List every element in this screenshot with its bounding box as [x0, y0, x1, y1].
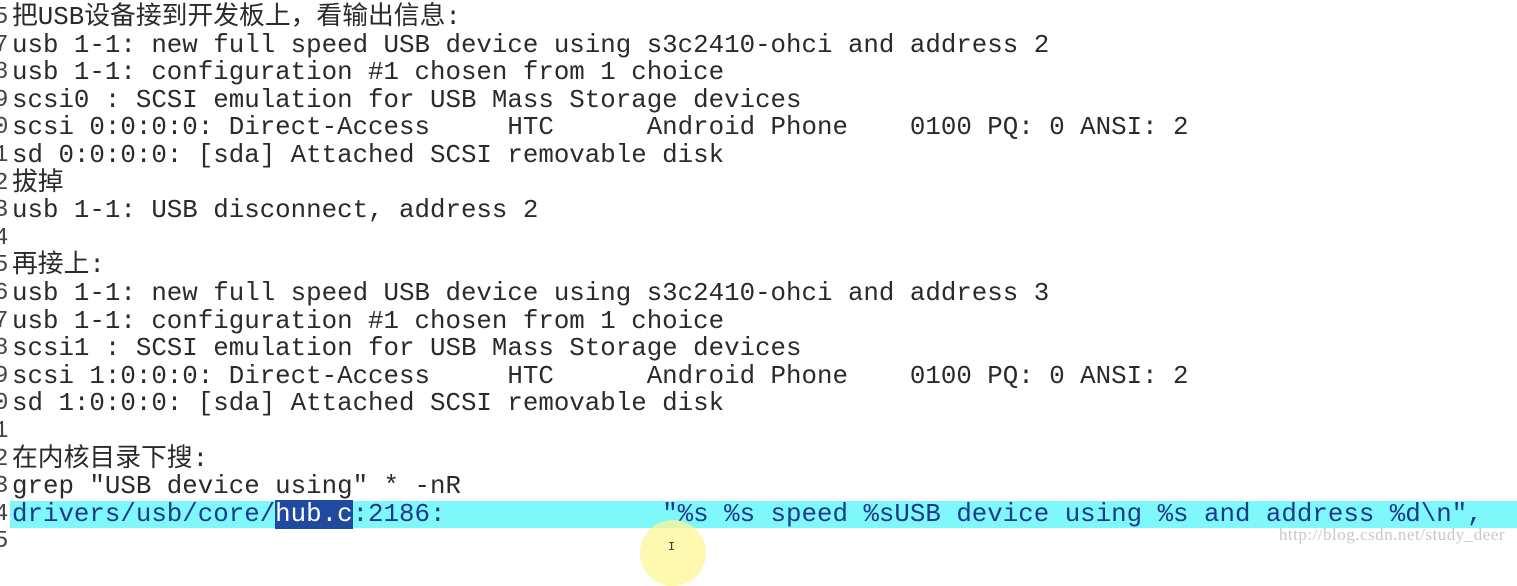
- editor-line: 5 把USB设备接到开发板上，看输出信息:: [0, 4, 1517, 32]
- editor-line: 2 在内核目录下搜:: [0, 445, 1517, 474]
- editor-line: 1 sd 0:0:0:0: [sda] Attached SCSI removab…: [0, 142, 1517, 170]
- line-text[interactable]: scsi 1:0:0:0: Direct-Access HTC Android …: [12, 363, 1189, 391]
- line-number: 5: [0, 528, 8, 556]
- watermark: http://blog.csdn.net/study_deer: [1278, 525, 1505, 544]
- line-number: 7: [0, 31, 8, 59]
- line-text[interactable]: 把USB设备接到开发板上，看输出信息:: [12, 4, 461, 32]
- line-text[interactable]: grep "USB device using" * -nR: [12, 473, 461, 501]
- editor-line: 9 scsi0 : SCSI emulation for USB Mass Sto…: [0, 87, 1517, 115]
- editor-line: 8 usb 1-1: configuration #1 chosen from 1…: [0, 59, 1517, 87]
- editor-line: 0 sd 1:0:0:0: [sda] Attached SCSI removab…: [0, 390, 1517, 418]
- line-number: 0: [0, 390, 8, 418]
- editor-line: 5 再接上:: [0, 252, 1517, 280]
- line-number: 9: [0, 86, 8, 114]
- editor-line: 7 usb 1-1: configuration #1 chosen from 1…: [0, 307, 1517, 336]
- line-text[interactable]: 在内核目录下搜:: [12, 445, 208, 474]
- editor-line: 7 usb 1-1: new full speed USB device usin…: [0, 31, 1517, 60]
- editor-line: 3 usb 1-1: USB disconnect, address 2: [0, 197, 1517, 225]
- line-text[interactable]: usb 1-1: new full speed USB device using…: [12, 31, 1049, 60]
- line-number: 8: [0, 335, 8, 363]
- line-text[interactable]: drivers/usb/core/hub.c:2186: "%s %s spee…: [12, 499, 1483, 529]
- line-number: 2: [0, 169, 8, 197]
- line-number: 3: [0, 197, 8, 225]
- line-text[interactable]: scsi1 : SCSI emulation for USB Mass Stor…: [12, 335, 802, 363]
- editor-line: 9 scsi 1:0:0:0: Direct-Access HTC Android…: [0, 363, 1517, 391]
- editor-line: 3 grep "USB device using" * -nR: [0, 473, 1517, 501]
- line-text[interactable]: sd 1:0:0:0: [sda] Attached SCSI removabl…: [12, 390, 724, 418]
- text-cursor-icon: I: [668, 540, 676, 554]
- line-text[interactable]: usb 1-1: USB disconnect, address 2: [12, 197, 538, 225]
- line-number: 6: [0, 279, 8, 307]
- editor-line: 1: [0, 418, 1517, 446]
- line-number: 2: [0, 445, 8, 473]
- line-number: 9: [0, 362, 8, 390]
- line-number: 5: [0, 4, 8, 31]
- line-text[interactable]: 拔掉: [12, 169, 64, 198]
- line-number: 1: [0, 141, 8, 169]
- text-before-selection: drivers/usb/core/: [12, 499, 276, 529]
- text-editor[interactable]: 5 把USB设备接到开发板上，看输出信息: 7 usb 1-1: new full s…: [0, 4, 1517, 556]
- line-number: 8: [0, 59, 8, 87]
- line-text[interactable]: usb 1-1: new full speed USB device using…: [12, 280, 1049, 308]
- line-number: 4: [0, 500, 8, 528]
- line-number: 4: [0, 224, 8, 252]
- line-number: 0: [0, 114, 8, 142]
- line-text[interactable]: usb 1-1: configuration #1 chosen from 1 …: [12, 307, 724, 336]
- line-text[interactable]: scsi0 : SCSI emulation for USB Mass Stor…: [12, 87, 802, 115]
- line-text[interactable]: usb 1-1: configuration #1 chosen from 1 …: [12, 59, 724, 87]
- editor-line: 2 拔掉: [0, 169, 1517, 198]
- line-text[interactable]: 再接上:: [12, 252, 105, 280]
- line-number: 3: [0, 473, 8, 501]
- editor-line: 0 scsi 0:0:0:0: Direct-Access HTC Android…: [0, 114, 1517, 142]
- line-number: 5: [0, 252, 8, 280]
- text-selection[interactable]: hub.c: [275, 499, 353, 529]
- line-number: 1: [0, 417, 8, 445]
- line-number: 7: [0, 307, 8, 335]
- editor-line: 8 scsi1 : SCSI emulation for USB Mass Sto…: [0, 335, 1517, 363]
- line-text[interactable]: sd 0:0:0:0: [sda] Attached SCSI removabl…: [12, 142, 724, 170]
- editor-line: 6 usb 1-1: new full speed USB device usin…: [0, 280, 1517, 308]
- line-text[interactable]: scsi 0:0:0:0: Direct-Access HTC Android …: [12, 114, 1189, 142]
- editor-line: 4: [0, 225, 1517, 253]
